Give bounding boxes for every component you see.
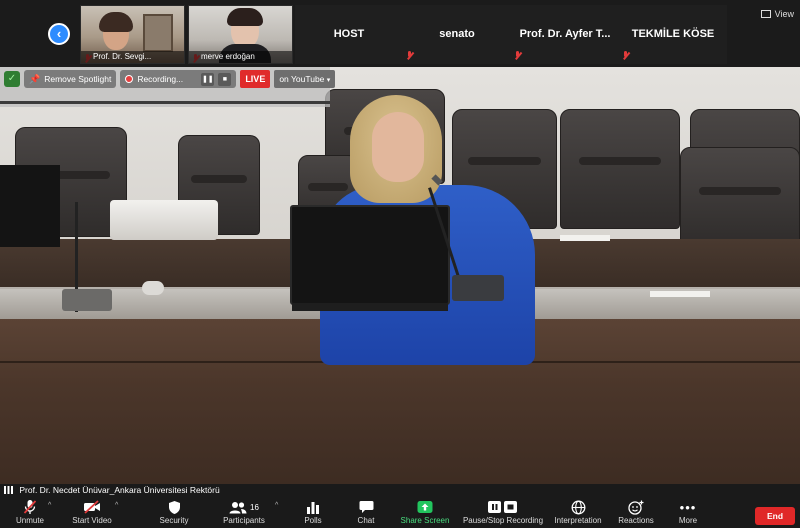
chevron-up-icon[interactable]: ^	[275, 502, 278, 509]
more-button[interactable]: ••• More	[672, 498, 704, 528]
remove-spotlight-label: Remove Spotlight	[44, 74, 112, 84]
active-speaker-name: Prof. Dr. Necdet Ünüvar_Ankara Üniversit…	[19, 485, 220, 495]
share-screen-button[interactable]: Share Screen	[398, 498, 452, 528]
stop-recording-icon[interactable]: ■	[218, 72, 232, 86]
participants-label: Participants	[223, 516, 265, 525]
reactions-button[interactable]: Reactions	[614, 498, 658, 528]
encryption-shield-icon: ✓	[4, 71, 20, 87]
chat-button[interactable]: Chat	[350, 498, 382, 528]
zoom-meeting-window: ‹ Prof. Dr. Sevgi... merve erdoğan HOST …	[0, 0, 800, 528]
participant-tile-name: TEKMİLE KÖSE	[631, 28, 715, 40]
share-screen-icon	[417, 501, 433, 513]
muted-mic-icon	[406, 51, 413, 60]
signal-strength-icon	[4, 486, 13, 494]
recording-label: Recording...	[137, 74, 184, 84]
participant-name: merve erdoğan	[189, 51, 292, 63]
pause-stop-recording-label: Pause/Stop Recording	[462, 516, 544, 525]
reactions-label: Reactions	[618, 516, 654, 525]
unmute-label: Unmute	[15, 516, 44, 525]
livestream-platform-label: on YouTube	[279, 74, 325, 84]
shield-icon	[168, 500, 180, 514]
camera-off-icon	[84, 500, 100, 514]
participant-tile-name: HOST	[333, 28, 365, 40]
chevron-down-icon: ▾	[326, 77, 331, 84]
pause-recording-icon[interactable]: ❚❚	[201, 72, 215, 86]
more-label: More	[678, 516, 698, 525]
chevron-up-icon[interactable]: ^	[115, 502, 118, 509]
interpretation-label: Interpretation	[554, 516, 602, 525]
recording-dot-icon	[125, 75, 134, 83]
participant-tile-tekmile[interactable]: TEKMİLE KÖSE	[619, 5, 727, 64]
reactions-icon	[628, 500, 644, 515]
view-button[interactable]: View	[761, 9, 794, 19]
security-label: Security	[159, 516, 189, 525]
muted-mic-icon	[622, 51, 629, 60]
polls-icon	[307, 501, 319, 514]
recording-icon	[488, 501, 517, 513]
meeting-controls-bar: Unmute ^ Start Video ^ Security 16 Parti…	[0, 496, 800, 528]
participant-name: Prof. Dr. Sevgi...	[81, 51, 184, 63]
pause-stop-recording-button[interactable]: Pause/Stop Recording	[460, 498, 546, 528]
mic-muted-icon	[23, 500, 37, 514]
participants-icon	[229, 501, 247, 513]
start-video-label: Start Video	[72, 516, 112, 525]
gallery-strip: ‹ Prof. Dr. Sevgi... merve erdoğan HOST …	[0, 0, 800, 67]
polls-button[interactable]: Polls	[298, 498, 328, 528]
previous-page-button[interactable]: ‹	[48, 23, 70, 45]
participant-count: 16	[250, 502, 259, 512]
participant-thumbnail[interactable]: merve erdoğan	[188, 5, 293, 64]
globe-icon	[571, 500, 585, 514]
livestream-platform-dropdown[interactable]: on YouTube ▾	[274, 70, 336, 88]
share-screen-label: Share Screen	[400, 516, 450, 525]
participant-tile-ayfer[interactable]: Prof. Dr. Ayfer T...	[511, 5, 619, 64]
muted-mic-icon	[514, 51, 521, 60]
live-badge: LIVE	[240, 70, 271, 88]
end-meeting-button[interactable]: End	[755, 507, 795, 525]
spotlight-video	[0, 67, 800, 484]
laptop-image	[290, 205, 450, 311]
participants-button[interactable]: 16 Participants	[218, 498, 270, 528]
chat-icon	[359, 501, 373, 513]
participant-tile-name: Prof. Dr. Ayfer T...	[519, 28, 611, 40]
start-video-button[interactable]: Start Video	[68, 498, 116, 528]
recording-indicator: Recording... ❚❚ ■	[120, 70, 237, 88]
participant-thumbnail[interactable]: Prof. Dr. Sevgi...	[80, 5, 185, 64]
more-icon: •••	[679, 499, 697, 515]
interpretation-button[interactable]: Interpretation	[550, 498, 606, 528]
chat-label: Chat	[357, 516, 375, 525]
active-speaker-label: Prof. Dr. Necdet Ünüvar_Ankara Üniversit…	[0, 484, 800, 496]
chevron-up-icon[interactable]: ^	[48, 502, 51, 509]
recording-status-bar: ✓ 📌 Remove Spotlight Recording... ❚❚ ■ L…	[0, 67, 336, 107]
participant-tile-name: senato	[439, 28, 475, 40]
remove-spotlight-button[interactable]: 📌 Remove Spotlight	[24, 70, 117, 88]
participant-tile-senato[interactable]: senato	[403, 5, 511, 64]
unmute-button[interactable]: Unmute	[12, 498, 48, 528]
participant-tile-host[interactable]: HOST	[295, 5, 403, 64]
pin-icon: 📌	[29, 74, 41, 84]
security-button[interactable]: Security	[156, 498, 192, 528]
polls-label: Polls	[304, 516, 322, 525]
